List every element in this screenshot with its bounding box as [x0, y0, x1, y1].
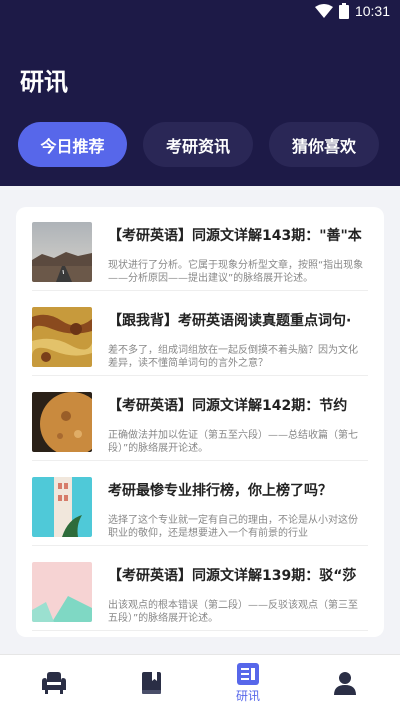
- nav-item-profile[interactable]: [295, 655, 395, 710]
- page-title: 研讯: [20, 68, 68, 96]
- list-item[interactable]: 考研最惨专业排行榜，你上榜了吗？ 选择了这个专业就一定有自己的理由，不论是从小对…: [32, 462, 368, 546]
- list-item[interactable]: 【考研英语】同源文详解142期：节约 正确做法并加以佐证（第五至六段）——总结收…: [32, 377, 368, 461]
- nav-item-books[interactable]: [101, 655, 201, 710]
- list-item[interactable]: 【考研英语】同源文详解139期：驳“莎 出该观点的根本错误（第二段）——反驳该观…: [32, 547, 368, 631]
- header: 10:31 研讯 今日推荐 考研资讯 猜你喜欢: [0, 0, 400, 186]
- status-icons: 10:31: [314, 3, 390, 19]
- article-thumbnail: [32, 222, 92, 282]
- article-desc: 出该观点的根本错误（第二段）——反驳该观点（第三至五段）”的脉络展开论述。: [108, 600, 358, 624]
- nav-label-news: 研讯: [235, 688, 260, 703]
- article-thumbnail: [32, 307, 92, 367]
- article-desc: 差不多了，组成词组放在一起反倒摸不着头脑？因为文化差异，读不懂简单词句的言外之意…: [108, 345, 358, 369]
- nav-item-news[interactable]: 研讯: [198, 655, 298, 710]
- article-thumbnail: [32, 562, 92, 622]
- article-thumbnail: [32, 392, 92, 452]
- nav-item-home[interactable]: [4, 655, 104, 710]
- battery-icon: [338, 3, 349, 19]
- status-bar: 10:31: [0, 0, 400, 24]
- article-desc: 现状进行了分析。它属于现象分析型文章，按照“指出现象——分析原因——提出建议”的…: [108, 260, 364, 284]
- tab-kaoyan-news[interactable]: 考研资讯: [143, 122, 253, 167]
- article-list: 【考研英语】同源文详解143期："善"本 现状进行了分析。它属于现象分析型文章，…: [16, 207, 384, 637]
- tab-bar: 今日推荐 考研资讯 猜你喜欢: [18, 122, 379, 167]
- book-icon: [142, 672, 161, 694]
- bottom-nav: 研讯: [0, 654, 400, 710]
- article-thumbnail: [32, 477, 92, 537]
- status-time: 10:31: [354, 3, 390, 19]
- news-icon: [237, 662, 259, 685]
- article-title: 【考研英语】同源文详解143期："善"本: [108, 228, 362, 244]
- armchair-icon: [42, 672, 66, 694]
- list-item[interactable]: 【跟我背】考研英语阅读真题重点词句· 差不多了，组成词组放在一起反倒摸不着头脑？…: [32, 292, 368, 376]
- article-title: 【考研英语】同源文详解142期：节约: [108, 398, 348, 414]
- article-desc: 正确做法并加以佐证（第五至六段）——总结收篇（第七段）”的脉络展开论述。: [108, 430, 358, 454]
- article-title: 【考研英语】同源文详解139期：驳“莎: [108, 568, 357, 584]
- tab-today-recommend[interactable]: 今日推荐: [18, 122, 127, 167]
- list-item[interactable]: 【考研英语】同源文详解143期："善"本 现状进行了分析。它属于现象分析型文章，…: [32, 207, 368, 291]
- article-title: 考研最惨专业排行榜，你上榜了吗？: [108, 483, 332, 499]
- tab-guess-you-like[interactable]: 猜你喜欢: [269, 122, 379, 167]
- article-desc: 选择了这个专业就一定有自己的理由，不论是从小对这份职业的敬仰，还是想要进入一个有…: [108, 515, 358, 539]
- article-title: 【跟我背】考研英语阅读真题重点词句·: [108, 313, 352, 329]
- wifi-icon: [314, 4, 333, 18]
- person-icon: [334, 672, 356, 695]
